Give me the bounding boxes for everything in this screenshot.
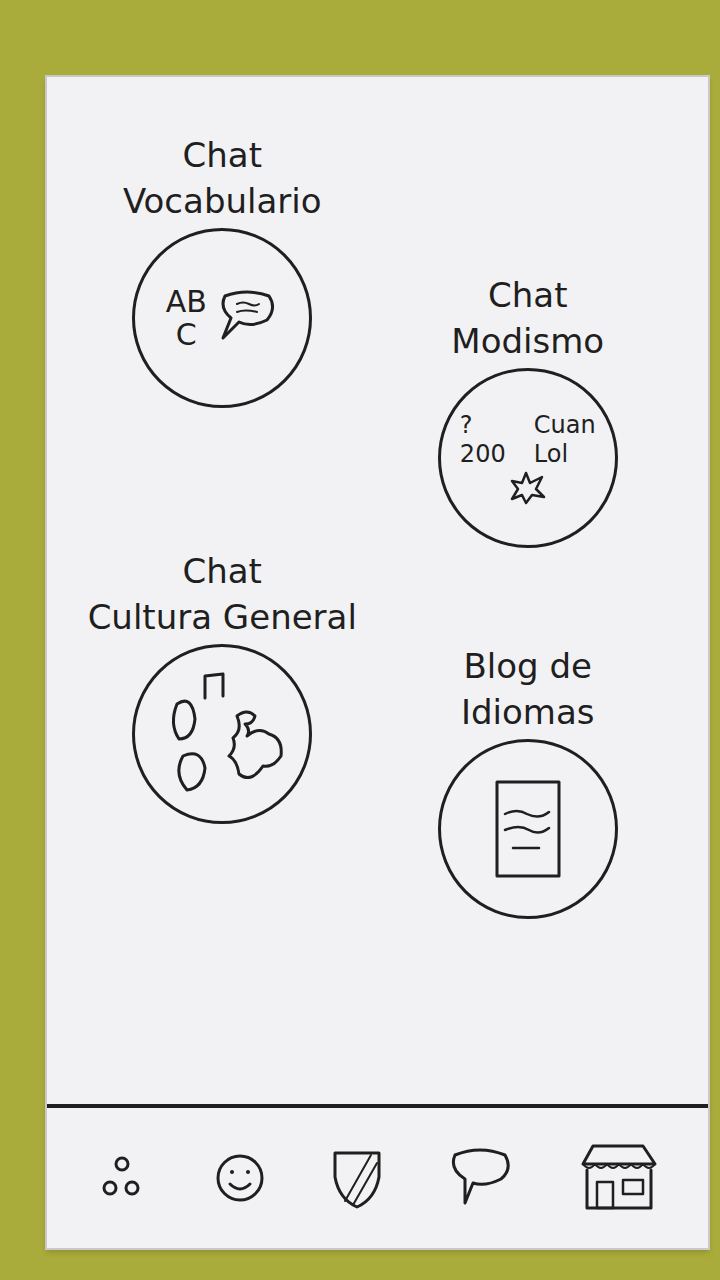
bottom-nav [47,1108,708,1248]
dots-icon[interactable] [92,1148,152,1208]
left-column: ChatVocabulario ABC ChatCultura General [47,77,378,1104]
chat-tile[interactable]: ChatVocabulario ABC [123,132,322,408]
chat-tile[interactable]: ChatCultura General [88,548,357,824]
tile-title: ChatVocabulario [123,132,322,224]
letter-mark: AB [166,285,207,318]
letters-art: ABC [166,285,279,351]
slang-mark: Lol [534,440,596,469]
nav-divider [47,1104,708,1108]
chat-tile[interactable]: ChatModismo? Cuan 200 Lol [438,272,618,548]
paper-screen: ChatVocabularioABCChatCultura GeneralCha… [45,75,710,1250]
tile-circle[interactable] [132,644,312,824]
burst-icon [508,469,548,505]
tile-circle[interactable]: ABC [132,228,312,408]
speech-bubble-icon [215,288,279,348]
shield-icon[interactable] [327,1143,387,1213]
chat-icon[interactable] [445,1145,515,1211]
slang-mark: 200 [460,440,522,469]
photo-background: ChatVocabularioABCChatCultura GeneralCha… [0,0,720,1280]
store-icon[interactable] [573,1138,663,1218]
tile-title: ChatModismo [451,272,604,364]
right-column: ChatModismo? Cuan 200 Lol Blog deIdiomas [378,77,709,1104]
document-icon [483,774,573,884]
world-music-icon [147,664,297,804]
tile-circle[interactable]: ? Cuan 200 Lol [438,368,618,548]
slang-mark: Cuan [534,411,596,440]
tile-circle[interactable] [438,739,618,919]
letter-mark: C [176,318,197,351]
tile-title: Blog deIdiomas [461,643,595,735]
tile-title: ChatCultura General [88,548,357,640]
slang-art: ? Cuan 200 Lol [460,411,596,505]
tile-area: ChatVocabularioABCChatCultura GeneralCha… [47,77,708,1104]
slang-mark: ? [460,411,522,440]
smiley-icon[interactable] [210,1148,270,1208]
chat-tile[interactable]: Blog deIdiomas [438,643,618,919]
